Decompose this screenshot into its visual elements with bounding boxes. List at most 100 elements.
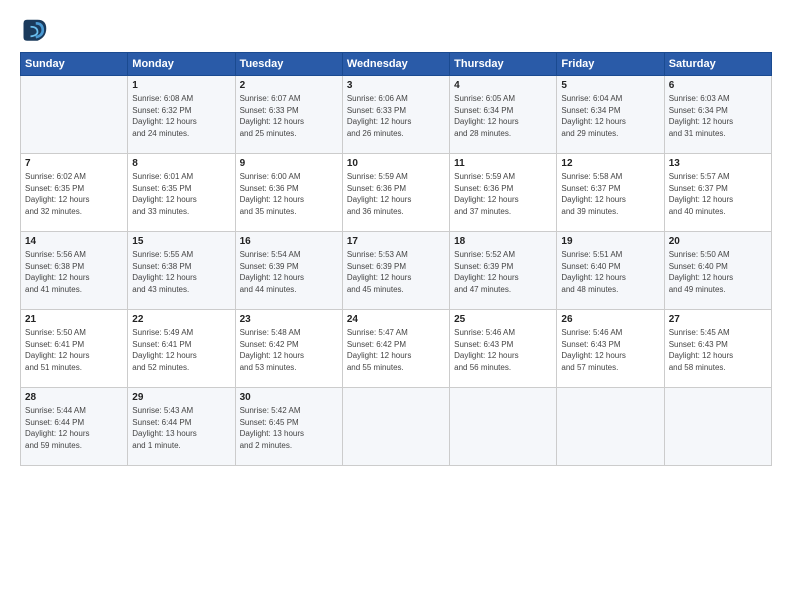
day-info: Sunrise: 5:54 AMSunset: 6:39 PMDaylight:… [240, 249, 338, 295]
day-number: 17 [347, 236, 445, 247]
calendar-page: SundayMondayTuesdayWednesdayThursdayFrid… [0, 0, 792, 612]
header-day-monday: Monday [128, 53, 235, 76]
day-number: 19 [561, 236, 659, 247]
day-info: Sunrise: 5:50 AMSunset: 6:41 PMDaylight:… [25, 327, 123, 373]
day-number: 16 [240, 236, 338, 247]
calendar-header-row: SundayMondayTuesdayWednesdayThursdayFrid… [21, 53, 772, 76]
calendar-cell-day-9: 9 Sunrise: 6:00 AMSunset: 6:36 PMDaylight… [235, 154, 342, 232]
day-info: Sunrise: 6:02 AMSunset: 6:35 PMDaylight:… [25, 171, 123, 217]
header-day-tuesday: Tuesday [235, 53, 342, 76]
day-info: Sunrise: 6:01 AMSunset: 6:35 PMDaylight:… [132, 171, 230, 217]
day-info: Sunrise: 5:58 AMSunset: 6:37 PMDaylight:… [561, 171, 659, 217]
calendar-week-2: 7 Sunrise: 6:02 AMSunset: 6:35 PMDaylight… [21, 154, 772, 232]
header-day-saturday: Saturday [664, 53, 771, 76]
day-number: 21 [25, 314, 123, 325]
day-number: 7 [25, 158, 123, 169]
day-info: Sunrise: 5:57 AMSunset: 6:37 PMDaylight:… [669, 171, 767, 217]
header-day-friday: Friday [557, 53, 664, 76]
day-info: Sunrise: 5:59 AMSunset: 6:36 PMDaylight:… [347, 171, 445, 217]
calendar-cell-day-5: 5Sunrise: 6:04 AMSunset: 6:34 PMDaylight… [557, 76, 664, 154]
calendar-cell-empty [342, 388, 449, 466]
day-info: Sunrise: 5:49 AMSunset: 6:41 PMDaylight:… [132, 327, 230, 373]
day-number: 13 [669, 158, 767, 169]
calendar-cell-day-20: 20 Sunrise: 5:50 AMSunset: 6:40 PMDayligh… [664, 232, 771, 310]
day-number: 26 [561, 314, 659, 325]
day-number: 22 [132, 314, 230, 325]
day-info: Sunrise: 5:59 AMSunset: 6:36 PMDaylight:… [454, 171, 552, 217]
calendar-cell-empty [21, 76, 128, 154]
day-number: 20 [669, 236, 767, 247]
calendar-cell-day-25: 25 Sunrise: 5:46 AMSunset: 6:43 PMDayligh… [450, 310, 557, 388]
calendar-cell-day-14: 14 Sunrise: 5:56 AMSunset: 6:38 PMDayligh… [21, 232, 128, 310]
day-info: Sunrise: 5:55 AMSunset: 6:38 PMDaylight:… [132, 249, 230, 295]
calendar-week-5: 28Sunrise: 5:44 AMSunset: 6:44 PMDayligh… [21, 388, 772, 466]
calendar-cell-day-1: 1 Sunrise: 6:08 AMSunset: 6:32 PMDaylight… [128, 76, 235, 154]
calendar-table: SundayMondayTuesdayWednesdayThursdayFrid… [20, 52, 772, 466]
calendar-cell-day-2: 2 Sunrise: 6:07 AMSunset: 6:33 PMDaylight… [235, 76, 342, 154]
calendar-cell-day-28: 28Sunrise: 5:44 AMSunset: 6:44 PMDayligh… [21, 388, 128, 466]
logo [20, 18, 52, 46]
header [20, 18, 772, 46]
day-number: 18 [454, 236, 552, 247]
calendar-cell-day-12: 12 Sunrise: 5:58 AMSunset: 6:37 PMDayligh… [557, 154, 664, 232]
day-info: Sunrise: 6:07 AMSunset: 6:33 PMDaylight:… [240, 93, 338, 139]
day-number: 24 [347, 314, 445, 325]
day-info: Sunrise: 5:43 AMSunset: 6:44 PMDaylight:… [132, 405, 230, 451]
day-number: 2 [240, 80, 338, 91]
day-number: 12 [561, 158, 659, 169]
calendar-cell-day-29: 29Sunrise: 5:43 AMSunset: 6:44 PMDayligh… [128, 388, 235, 466]
calendar-cell-empty [664, 388, 771, 466]
day-number: 9 [240, 158, 338, 169]
calendar-cell-day-27: 27 Sunrise: 5:45 AMSunset: 6:43 PMDayligh… [664, 310, 771, 388]
calendar-week-3: 14 Sunrise: 5:56 AMSunset: 6:38 PMDayligh… [21, 232, 772, 310]
day-info: Sunrise: 6:00 AMSunset: 6:36 PMDaylight:… [240, 171, 338, 217]
day-info: Sunrise: 5:50 AMSunset: 6:40 PMDaylight:… [669, 249, 767, 295]
calendar-cell-day-3: 3Sunrise: 6:06 AMSunset: 6:33 PMDaylight… [342, 76, 449, 154]
day-info: Sunrise: 6:05 AMSunset: 6:34 PMDaylight:… [454, 93, 552, 139]
calendar-week-4: 21 Sunrise: 5:50 AMSunset: 6:41 PMDayligh… [21, 310, 772, 388]
calendar-cell-day-15: 15 Sunrise: 5:55 AMSunset: 6:38 PMDayligh… [128, 232, 235, 310]
day-info: Sunrise: 5:46 AMSunset: 6:43 PMDaylight:… [454, 327, 552, 373]
day-number: 30 [240, 392, 338, 403]
day-info: Sunrise: 5:56 AMSunset: 6:38 PMDaylight:… [25, 249, 123, 295]
calendar-cell-day-17: 17 Sunrise: 5:53 AMSunset: 6:39 PMDayligh… [342, 232, 449, 310]
day-info: Sunrise: 5:53 AMSunset: 6:39 PMDaylight:… [347, 249, 445, 295]
day-info: Sunrise: 5:42 AMSunset: 6:45 PMDaylight:… [240, 405, 338, 451]
calendar-cell-day-6: 6Sunrise: 6:03 AMSunset: 6:34 PMDaylight… [664, 76, 771, 154]
day-number: 4 [454, 80, 552, 91]
calendar-cell-day-7: 7 Sunrise: 6:02 AMSunset: 6:35 PMDaylight… [21, 154, 128, 232]
calendar-cell-day-8: 8 Sunrise: 6:01 AMSunset: 6:35 PMDaylight… [128, 154, 235, 232]
calendar-cell-day-30: 30 Sunrise: 5:42 AMSunset: 6:45 PMDayligh… [235, 388, 342, 466]
day-number: 1 [132, 80, 230, 91]
calendar-cell-empty [557, 388, 664, 466]
day-info: Sunrise: 5:46 AMSunset: 6:43 PMDaylight:… [561, 327, 659, 373]
calendar-cell-day-16: 16 Sunrise: 5:54 AMSunset: 6:39 PMDayligh… [235, 232, 342, 310]
calendar-cell-day-24: 24Sunrise: 5:47 AMSunset: 6:42 PMDayligh… [342, 310, 449, 388]
day-number: 8 [132, 158, 230, 169]
calendar-week-1: 1 Sunrise: 6:08 AMSunset: 6:32 PMDaylight… [21, 76, 772, 154]
calendar-cell-day-21: 21 Sunrise: 5:50 AMSunset: 6:41 PMDayligh… [21, 310, 128, 388]
calendar-cell-day-13: 13 Sunrise: 5:57 AMSunset: 6:37 PMDayligh… [664, 154, 771, 232]
day-number: 11 [454, 158, 552, 169]
calendar-cell-day-18: 18 Sunrise: 5:52 AMSunset: 6:39 PMDayligh… [450, 232, 557, 310]
day-number: 25 [454, 314, 552, 325]
day-number: 23 [240, 314, 338, 325]
day-info: Sunrise: 6:04 AMSunset: 6:34 PMDaylight:… [561, 93, 659, 139]
day-number: 15 [132, 236, 230, 247]
day-number: 3 [347, 80, 445, 91]
calendar-cell-day-10: 10Sunrise: 5:59 AMSunset: 6:36 PMDayligh… [342, 154, 449, 232]
calendar-cell-day-22: 22 Sunrise: 5:49 AMSunset: 6:41 PMDayligh… [128, 310, 235, 388]
day-info: Sunrise: 6:03 AMSunset: 6:34 PMDaylight:… [669, 93, 767, 139]
calendar-cell-day-23: 23 Sunrise: 5:48 AMSunset: 6:42 PMDayligh… [235, 310, 342, 388]
day-info: Sunrise: 5:52 AMSunset: 6:39 PMDaylight:… [454, 249, 552, 295]
calendar-cell-empty [450, 388, 557, 466]
calendar-cell-day-4: 4 Sunrise: 6:05 AMSunset: 6:34 PMDaylight… [450, 76, 557, 154]
day-number: 27 [669, 314, 767, 325]
day-number: 14 [25, 236, 123, 247]
day-number: 28 [25, 392, 123, 403]
day-info: Sunrise: 6:08 AMSunset: 6:32 PMDaylight:… [132, 93, 230, 139]
logo-icon [20, 18, 48, 46]
calendar-cell-day-19: 19Sunrise: 5:51 AMSunset: 6:40 PMDayligh… [557, 232, 664, 310]
day-info: Sunrise: 5:48 AMSunset: 6:42 PMDaylight:… [240, 327, 338, 373]
day-info: Sunrise: 5:45 AMSunset: 6:43 PMDaylight:… [669, 327, 767, 373]
